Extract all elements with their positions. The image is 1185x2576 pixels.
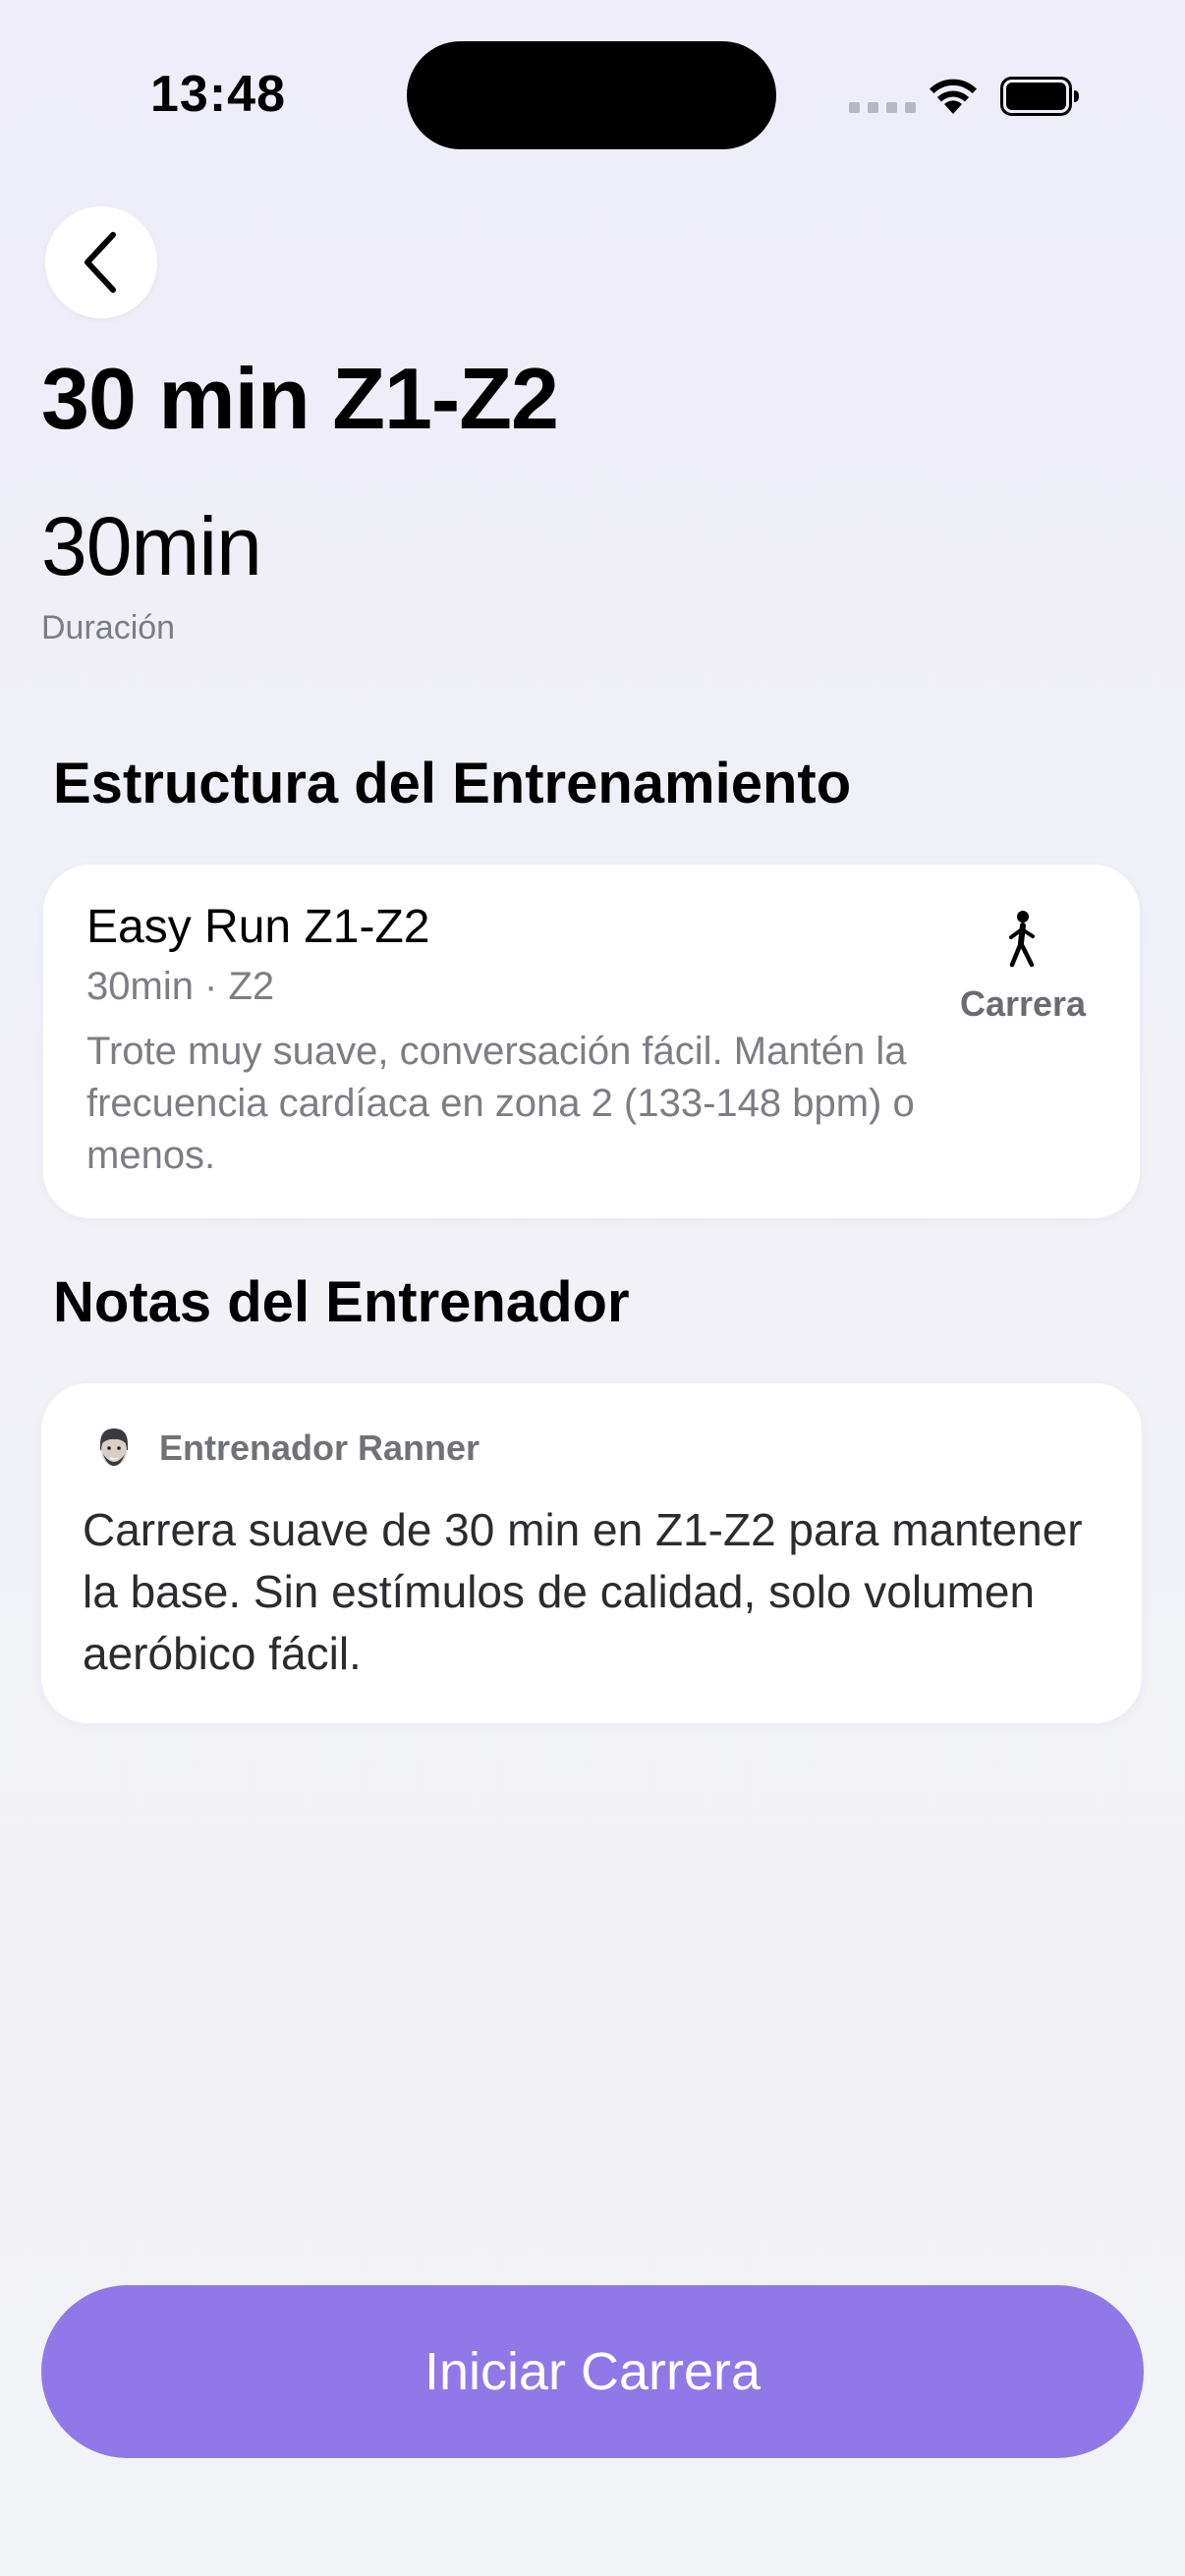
step-meta: 30min · Z2 bbox=[86, 965, 275, 1008]
status-time: 13:48 bbox=[150, 66, 286, 123]
walking-person-icon bbox=[1009, 911, 1035, 968]
dynamic-island bbox=[407, 41, 776, 149]
duration-label: Duración bbox=[41, 609, 176, 646]
step-description: Trote muy suave, conversación fácil. Man… bbox=[86, 1030, 915, 1177]
wifi-icon bbox=[930, 79, 977, 114]
coach-notes-text: Carrera suave de 30 min en Z1-Z2 para ma… bbox=[83, 1504, 1083, 1679]
page-title: 30 min Z1-Z2 bbox=[41, 350, 559, 447]
coach-row: Entrenador Ranner bbox=[94, 1427, 480, 1470]
coach-avatar-icon bbox=[100, 1428, 128, 1466]
duration-value: 30min bbox=[41, 500, 262, 592]
chevron-left-icon bbox=[85, 232, 116, 293]
cellular-signal-icon bbox=[849, 102, 916, 113]
structure-section-title: Estructura del Entrenamiento bbox=[53, 752, 852, 815]
step-type-label: Carrera bbox=[959, 983, 1087, 1024]
back-button[interactable] bbox=[45, 206, 157, 318]
notes-section-title: Notas del Entrenador bbox=[53, 1270, 630, 1334]
coach-notes-card: Entrenador Ranner Carrera suave de 30 mi… bbox=[41, 1383, 1142, 1723]
step-type: Carrera bbox=[949, 910, 1097, 1025]
step-name: Easy Run Z1-Z2 bbox=[86, 901, 430, 953]
start-run-button[interactable]: Iniciar Carrera bbox=[41, 2285, 1144, 2458]
coach-name: Entrenador Ranner bbox=[159, 1428, 480, 1468]
battery-icon bbox=[1000, 77, 1079, 116]
workout-step-card[interactable]: Easy Run Z1-Z2 30min · Z2 Trote muy suav… bbox=[43, 865, 1140, 1218]
